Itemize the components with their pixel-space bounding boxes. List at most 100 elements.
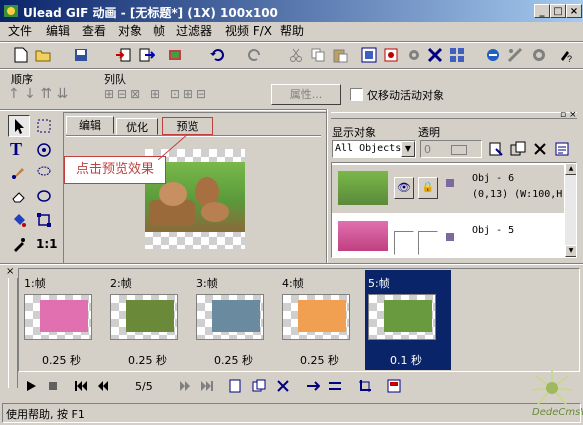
objects-panel-grip[interactable] — [331, 112, 577, 119]
menu-video-fx[interactable]: 视频 F/X — [225, 24, 272, 39]
properties-button[interactable]: 属性... — [271, 84, 341, 105]
object-info: (0,13) (W:100,H — [472, 189, 563, 200]
export-icon[interactable] — [138, 46, 156, 64]
color-swatch — [446, 233, 454, 241]
next-frame-icon[interactable] — [176, 377, 194, 395]
order-icons[interactable]: ↑ ↓ ⇈ ⇊ — [8, 86, 68, 102]
lock-toggle[interactable] — [418, 231, 438, 255]
show-objects-select[interactable]: All Objects ▼ — [332, 140, 416, 158]
delete-frame-icon[interactable] — [274, 377, 292, 395]
duplicate-frame-icon[interactable] — [250, 377, 268, 395]
frame-delay[interactable]: 0.25 秒 — [42, 352, 81, 368]
align-icons[interactable]: ⊞⊟⊠ ⊞ ⊡⊞⊟ — [104, 87, 209, 101]
duplicate-object-icon[interactable] — [509, 140, 527, 158]
new-icon[interactable] — [12, 46, 30, 64]
ratio-label[interactable]: 1:1 — [36, 237, 58, 251]
transform-tool-icon[interactable] — [35, 211, 53, 229]
gear-icon[interactable] — [405, 46, 423, 64]
text-tool-icon[interactable]: T — [10, 139, 22, 160]
opacity-value: 0 — [424, 143, 431, 156]
add-frame-icon[interactable] — [226, 377, 244, 395]
eraser-tool-icon[interactable] — [10, 187, 28, 205]
tool-panel-separator — [0, 109, 326, 111]
copy-icon[interactable] — [309, 46, 327, 64]
frame-delay[interactable]: 0.1 秒 — [390, 352, 422, 368]
frame-panel-close-icon[interactable]: × — [6, 266, 14, 277]
frame-panel-separator — [0, 263, 583, 265]
last-frame-icon[interactable] — [198, 377, 216, 395]
oval-selection-tool-icon[interactable] — [35, 187, 53, 205]
menu-file[interactable]: 文件 — [8, 24, 32, 39]
opacity-spinner[interactable]: 0 — [420, 140, 482, 158]
svg-text:?: ? — [567, 54, 572, 63]
menu-edit[interactable]: 编辑 — [46, 24, 70, 39]
menu-object[interactable]: 对象 — [118, 24, 142, 39]
save-icon[interactable] — [72, 46, 90, 64]
previous-frame-icon[interactable] — [94, 377, 112, 395]
add-frame-icon[interactable] — [382, 46, 400, 64]
menu-help[interactable]: 帮助 — [280, 24, 304, 39]
panel-close-icon[interactable]: ▫ × — [560, 110, 577, 120]
only-move-active-checkbox[interactable] — [350, 88, 363, 101]
frame-panel-grip[interactable] — [8, 278, 18, 388]
scroll-down-button[interactable]: ▼ — [565, 245, 576, 257]
open-icon[interactable] — [34, 46, 52, 64]
paintbrush-tool-icon[interactable] — [10, 163, 28, 181]
redo-icon[interactable] — [246, 46, 264, 64]
pointer-tool[interactable] — [8, 115, 30, 137]
visibility-toggle[interactable] — [394, 231, 414, 255]
new-object-icon[interactable] — [487, 140, 505, 158]
frame-settings-icon[interactable] — [385, 377, 403, 395]
scroll-up-button[interactable]: ▲ — [565, 163, 576, 175]
first-frame-icon[interactable] — [72, 377, 90, 395]
menu-view[interactable]: 查看 — [82, 24, 106, 39]
panel-divider — [326, 109, 328, 263]
frame-label: 2:帧 — [110, 277, 132, 290]
status-bar — [2, 403, 581, 423]
object-thumbnail — [338, 171, 388, 205]
web-icon[interactable] — [530, 46, 548, 64]
paint-icon[interactable] — [166, 46, 184, 64]
eye-icon[interactable]: 👁 — [394, 177, 414, 199]
frame-image — [384, 300, 432, 332]
close-button[interactable]: × — [566, 4, 582, 18]
app-icon — [3, 3, 19, 19]
lasso-tool-icon[interactable] — [35, 163, 53, 181]
play-icon[interactable] — [22, 377, 40, 395]
tween-icon[interactable] — [304, 377, 322, 395]
delete-frame-icon[interactable] — [426, 46, 444, 64]
undo-icon[interactable] — [208, 46, 226, 64]
chevron-down-icon[interactable]: ▼ — [401, 141, 415, 157]
fill-tool-icon[interactable] — [10, 211, 28, 229]
menu-filter[interactable]: 过滤器 — [176, 24, 212, 39]
tab-edit[interactable]: 编辑 — [66, 116, 114, 134]
tile-icon[interactable] — [448, 46, 466, 64]
object-name: Obj - 6 — [472, 173, 515, 184]
browser-preview-icon[interactable] — [484, 46, 502, 64]
paste-icon[interactable] — [331, 46, 349, 64]
eyedropper-tool-icon[interactable] — [10, 235, 28, 253]
maximize-button[interactable]: □ — [550, 4, 566, 18]
frame-properties-icon[interactable] — [360, 46, 378, 64]
lock-icon[interactable]: 🔒 — [418, 177, 438, 199]
reverse-frames-icon[interactable] — [326, 377, 344, 395]
cut-icon[interactable] — [287, 46, 305, 64]
frame-delay[interactable]: 0.25 秒 — [214, 352, 253, 368]
frame-delay[interactable]: 0.25 秒 — [128, 352, 167, 368]
crop-icon[interactable] — [356, 377, 374, 395]
tab-optimize[interactable]: 优化 — [116, 118, 158, 135]
menu-frame[interactable]: 帧 — [153, 24, 165, 39]
import-icon[interactable] — [114, 46, 132, 64]
marquee-tool-icon[interactable] — [35, 117, 53, 135]
objects-scrollbar[interactable] — [565, 163, 576, 257]
object-properties-icon[interactable] — [553, 140, 571, 158]
watermark-text: DedeCmsV3 — [532, 407, 583, 418]
optimize-icon[interactable] — [506, 46, 524, 64]
minimize-button[interactable]: _ — [534, 4, 550, 18]
ellipse-tool-icon[interactable] — [35, 141, 53, 159]
opacity-label: 透明 — [418, 126, 440, 139]
help-icon[interactable]: ? — [556, 46, 574, 64]
delete-object-icon[interactable] — [531, 140, 549, 158]
frame-delay[interactable]: 0.25 秒 — [300, 352, 339, 368]
stop-icon[interactable] — [44, 377, 62, 395]
